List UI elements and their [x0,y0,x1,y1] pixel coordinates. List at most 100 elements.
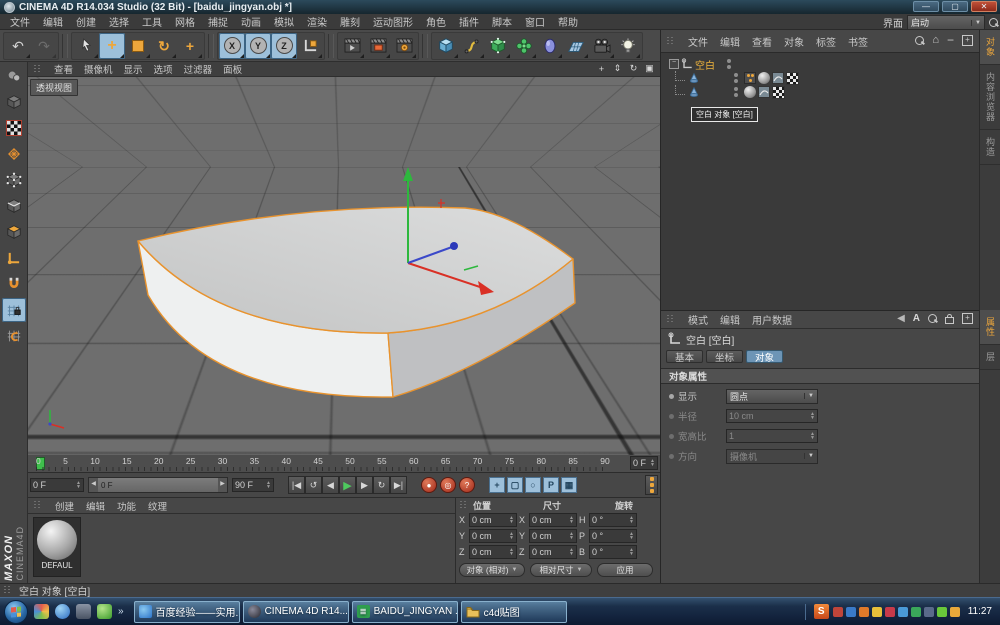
undo-button[interactable]: ↶ [5,33,31,59]
attribute-tab[interactable]: 坐标 [706,350,743,363]
menubar-item-15[interactable]: 脚本 [492,14,512,29]
add-subdivision-button[interactable] [485,33,511,59]
toggle-view-button[interactable]: ▣ [643,62,656,75]
taskbar-clock[interactable]: 11:27 [968,606,992,617]
texture-tag[interactable] [786,72,799,85]
stepper-icon[interactable]: ▲▼ [74,481,81,489]
object-manager-menu-item-2[interactable]: 编辑 [720,34,740,49]
menubar-item-5[interactable]: 工具 [142,14,162,29]
y-axis-arrow[interactable] [403,167,413,181]
key-parameter-button[interactable]: P [543,477,559,493]
end-frame-field[interactable]: 90 F ▲▼ [232,478,274,492]
size-y-field[interactable]: 0 cm▲▼ [529,529,577,543]
timeline-ruler[interactable]: 051015202530354045505560657075808590 0 F… [28,455,660,473]
enable-axis-button[interactable] [2,246,26,270]
tray-orange-icon[interactable] [859,607,869,617]
scene-object[interactable] [28,77,660,455]
tray-badge-icon[interactable] [885,607,895,617]
stepper-icon[interactable]: ▲▼ [627,516,634,524]
stepper-icon[interactable]: ▲▼ [567,516,574,524]
viewport-menu-item-2[interactable]: 摄像机 [84,62,113,76]
search-button[interactable] [915,36,924,45]
add-light-button[interactable] [615,33,641,59]
back-button[interactable]: ◀ [897,314,905,324]
polygons-mode-button[interactable] [2,220,26,244]
expand-panel-button[interactable]: + [962,35,973,46]
media-player-icon[interactable] [34,604,49,619]
render-view-button[interactable] [339,33,365,59]
size-z-field[interactable]: 0 cm▲▼ [529,545,577,559]
play-button[interactable]: ▶ [339,476,356,494]
y-axis-lock-button[interactable]: Y [245,33,271,59]
add-camera-button[interactable] [589,33,615,59]
side-tab-inactive[interactable]: 内容浏览器 [980,65,1000,130]
add-environment-button[interactable] [537,33,563,59]
loop-button[interactable]: ↺ [305,476,322,494]
visibility-dots[interactable] [734,87,738,97]
visibility-dots[interactable] [727,59,731,69]
selection-tag[interactable] [744,72,756,84]
stepper-icon[interactable]: ▲▼ [507,532,514,540]
tray-monitor-icon[interactable] [924,607,934,617]
pan-view-button[interactable]: + [595,62,608,75]
lock-button[interactable] [945,313,954,324]
material-menu-item-4[interactable]: 纹理 [148,499,167,513]
tree-expander[interactable]: − [669,59,679,69]
stepper-icon[interactable]: ▲▼ [507,516,514,524]
autokey-button[interactable]: ◎ [440,477,456,493]
range-end-handle[interactable]: ▶ [218,478,227,492]
ruler-end-field[interactable]: 0 F ▲▼ [630,456,658,470]
size-mode-select[interactable]: 相对尺寸 ▼ [530,563,592,577]
zoom-view-button[interactable]: ⇕ [611,62,624,75]
view-label[interactable]: 透视视图 [30,79,78,96]
rotate-view-button[interactable]: ↻ [627,62,640,75]
material-menu-item-1[interactable]: 创建 [55,499,74,513]
task-button-1[interactable]: 百度经验——实用... [134,601,240,623]
position-z-field[interactable]: 0 cm▲▼ [469,545,517,559]
add-spline-button[interactable] [459,33,485,59]
task-button-2[interactable]: CINEMA 4D R14.... [243,601,349,623]
position-x-field[interactable]: 0 cm▲▼ [469,513,517,527]
move-button[interactable]: + [99,33,125,59]
model-mode-button[interactable] [2,90,26,114]
side-tab-active[interactable]: 对象 [980,30,1000,65]
size-x-field[interactable]: 0 cm▲▼ [529,513,577,527]
minimize-panel-button[interactable]: − [947,34,954,46]
stepper-icon[interactable]: ▲▼ [264,481,271,489]
tray-user-icon[interactable] [898,607,908,617]
scale-button[interactable] [125,33,151,59]
position-mode-select[interactable]: 对象 (相对) ▼ [459,563,525,577]
viewport-menu-item-1[interactable]: 查看 [54,62,73,76]
phong-tag[interactable] [758,86,770,98]
menubar-item-2[interactable]: 编辑 [43,14,63,29]
object-label[interactable]: 空白 [695,57,721,72]
tray-shield-icon[interactable] [911,607,921,617]
render-settings-button[interactable] [391,33,417,59]
menubar-item-16[interactable]: 窗口 [525,14,545,29]
attribute-menu-item-2[interactable]: 编辑 [720,312,740,327]
viewport-menu-item-4[interactable]: 选项 [154,62,173,76]
rotate-button[interactable]: ↻ [151,33,177,59]
snap-button[interactable] [2,272,26,296]
close-button[interactable]: ✕ [971,1,997,12]
search-icon[interactable] [989,18,998,27]
attribute-tab[interactable]: 对象 [746,350,783,363]
live-selection-button[interactable] [73,33,99,59]
attribute-tab[interactable]: 基本 [666,350,703,363]
tray-red-icon[interactable] [833,607,843,617]
last-tool-button[interactable]: + [177,33,203,59]
stepper-icon[interactable]: ▲▼ [567,532,574,540]
next-frame-button[interactable]: ▶ [356,476,373,494]
object-manager-menu-item-6[interactable]: 书签 [848,34,868,49]
maximize-button[interactable]: ▢ [942,1,968,12]
menubar-item-14[interactable]: 插件 [459,14,479,29]
menubar-item-13[interactable]: 角色 [426,14,446,29]
menubar-item-17[interactable]: 帮助 [558,14,578,29]
browser-icon[interactable] [55,604,70,619]
workplane-button[interactable] [2,142,26,166]
phong-tag[interactable] [772,72,784,84]
side-tab-inactive[interactable]: 构造 [980,130,1000,165]
sogou-input-icon[interactable]: S [814,604,829,619]
object-row-3[interactable] [661,85,979,99]
stepper-icon[interactable]: ▲▼ [507,548,514,556]
